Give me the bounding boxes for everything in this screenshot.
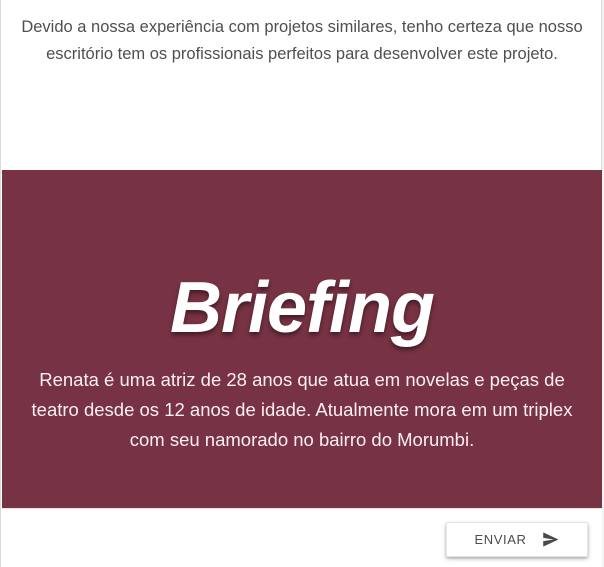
briefing-title: Briefing [169, 268, 435, 349]
send-button[interactable]: ENVIAR [446, 522, 588, 557]
page-frame: Devido a nossa experiência com projetos … [0, 0, 602, 567]
intro-text: Devido a nossa experiência com projetos … [21, 18, 583, 63]
footer-bar: ENVIAR [2, 508, 602, 567]
briefing-section: Briefing Renata é uma atriz de 28 anos q… [2, 170, 602, 508]
briefing-description: Renata é uma atriz de 28 anos que atua e… [31, 368, 573, 450]
send-button-label: ENVIAR [474, 532, 527, 547]
send-icon [541, 530, 560, 549]
